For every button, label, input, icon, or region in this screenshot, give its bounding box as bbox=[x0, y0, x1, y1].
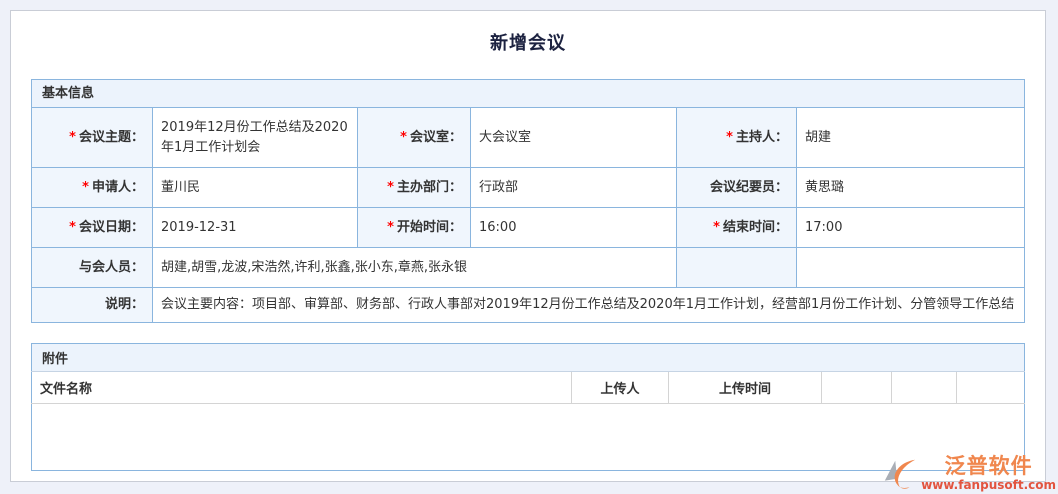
page: 新增会议 基本信息 *会议主题： 2019年12月份工作总结及2020年1月工作… bbox=[0, 0, 1058, 494]
form-panel: 新增会议 基本信息 *会议主题： 2019年12月份工作总结及2020年1月工作… bbox=[10, 10, 1046, 482]
attachment-column-empty-2 bbox=[892, 372, 957, 404]
attachment-column-upload-time: 上传时间 bbox=[669, 372, 822, 404]
required-asterisk: * bbox=[69, 130, 76, 145]
required-asterisk: * bbox=[726, 130, 733, 145]
section-header-basic-info: 基本信息 bbox=[32, 80, 1025, 108]
basic-info-table: 基本信息 *会议主题： 2019年12月份工作总结及2020年1月工作计划会 *… bbox=[31, 79, 1025, 323]
field-value-start-time[interactable]: 16:00 bbox=[471, 208, 677, 248]
required-asterisk: * bbox=[400, 130, 407, 145]
field-label-applicant: *申请人： bbox=[32, 168, 153, 208]
field-label-meeting-subject: *会议主题： bbox=[32, 108, 153, 168]
required-asterisk: * bbox=[387, 180, 394, 195]
attachment-column-file-name: 文件名称 bbox=[32, 372, 572, 404]
field-value-organizing-dept[interactable]: 行政部 bbox=[471, 168, 677, 208]
brand-watermark: 泛普软件 www.fanpusoft.com bbox=[881, 454, 1056, 494]
brand-website-link[interactable]: www.fanpusoft.com bbox=[921, 478, 1056, 492]
field-label-meeting-date: *会议日期： bbox=[32, 208, 153, 248]
field-label-empty bbox=[677, 248, 797, 288]
field-label-organizing-dept: *主办部门： bbox=[358, 168, 471, 208]
attachments-empty-area bbox=[32, 404, 1025, 471]
attachment-column-uploader: 上传人 bbox=[572, 372, 669, 404]
field-value-end-time[interactable]: 17:00 bbox=[797, 208, 1025, 248]
field-value-meeting-room[interactable]: 大会议室 bbox=[471, 108, 677, 168]
field-value-minutes-taker[interactable]: 黄思璐 bbox=[797, 168, 1025, 208]
field-value-attendees[interactable]: 胡建,胡雪,龙波,宋浩然,许利,张鑫,张小东,章燕,张永银 bbox=[153, 248, 677, 288]
attachments-table: 附件 文件名称 上传人 上传时间 bbox=[31, 343, 1025, 471]
page-title: 新增会议 bbox=[11, 29, 1045, 55]
field-label-meeting-room: *会议室： bbox=[358, 108, 471, 168]
required-asterisk: * bbox=[387, 220, 394, 235]
field-label-description: 说明： bbox=[32, 288, 153, 323]
brand-name: 泛普软件 bbox=[945, 454, 1033, 478]
attachment-column-empty-3 bbox=[957, 372, 1025, 404]
field-label-host: *主持人： bbox=[677, 108, 797, 168]
field-value-description[interactable]: 会议主要内容：项目部、审算部、财务部、行政人事部对2019年12月份工作总结及2… bbox=[153, 288, 1025, 323]
field-value-applicant[interactable]: 董川民 bbox=[153, 168, 358, 208]
field-value-empty bbox=[797, 248, 1025, 288]
required-asterisk: * bbox=[82, 180, 89, 195]
field-value-meeting-subject[interactable]: 2019年12月份工作总结及2020年1月工作计划会 bbox=[153, 108, 358, 168]
fanpu-logo-icon bbox=[881, 454, 919, 494]
field-value-host[interactable]: 胡建 bbox=[797, 108, 1025, 168]
field-value-meeting-date[interactable]: 2019-12-31 bbox=[153, 208, 358, 248]
attachment-column-empty-1 bbox=[822, 372, 892, 404]
required-asterisk: * bbox=[713, 220, 720, 235]
field-label-attendees: 与会人员： bbox=[32, 248, 153, 288]
field-label-start-time: *开始时间： bbox=[358, 208, 471, 248]
field-label-end-time: *结束时间： bbox=[677, 208, 797, 248]
field-label-minutes-taker: 会议纪要员： bbox=[677, 168, 797, 208]
section-header-attachments: 附件 bbox=[32, 344, 1025, 372]
required-asterisk: * bbox=[69, 220, 76, 235]
